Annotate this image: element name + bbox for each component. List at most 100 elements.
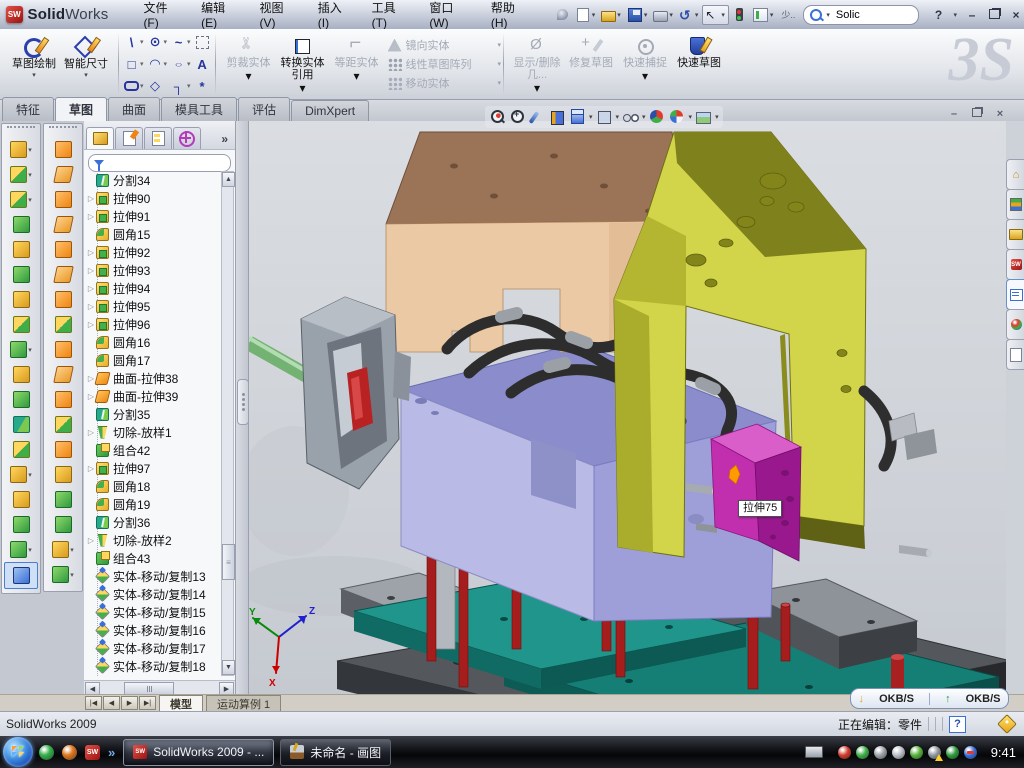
tool-shell[interactable] — [2, 387, 40, 412]
help-dropdown-icon[interactable]: ▾ — [954, 11, 958, 19]
zoom-to-fit-icon[interactable] — [489, 109, 506, 125]
tree-item[interactable]: ▷切除-放样2 — [84, 531, 222, 549]
dropdown-icon[interactable]: ▾ — [642, 69, 648, 83]
clock[interactable]: 9:41 — [985, 745, 1024, 760]
tool-spline-tool[interactable]: ▾ — [2, 537, 40, 562]
appearances-scenes-tab[interactable] — [1006, 309, 1024, 340]
slot-tool[interactable]: ▾ — [123, 75, 145, 97]
tree-item[interactable]: 圆角18 — [84, 477, 222, 495]
tool-filled-surface[interactable] — [44, 387, 82, 412]
tool-revolved-cut[interactable] — [2, 262, 40, 287]
display-style-icon[interactable] — [596, 109, 613, 125]
tool-freeform[interactable] — [44, 487, 82, 512]
security-alert-icon[interactable] — [838, 746, 851, 759]
network-speed-widget[interactable]: ↓ OKB/S ↑ OKB/S — [850, 688, 1009, 709]
dropdown-icon[interactable]: ▾ — [164, 60, 168, 68]
dropdown-icon[interactable]: ▾ — [695, 11, 699, 19]
ribbon-button[interactable]: 快速草图 — [672, 32, 726, 96]
antivirus-ball-icon[interactable] — [62, 745, 77, 760]
featuremanager-tab[interactable] — [86, 127, 114, 149]
doc-restore-button[interactable] — [970, 108, 984, 120]
wireless-network-warning-icon[interactable] — [928, 746, 941, 759]
dropdown-icon[interactable]: ▾ — [70, 571, 74, 579]
dropdown-icon[interactable]: ▾ — [644, 11, 648, 19]
dropdown-icon[interactable]: ▾ — [715, 113, 719, 121]
tab-nav-button[interactable]: ▶ — [121, 696, 138, 710]
undo-button[interactable]: ↺▾ — [677, 6, 702, 24]
arc-tool[interactable]: ◠▾ — [147, 53, 169, 75]
tree-item[interactable]: 实体-移动/复制16 — [84, 621, 222, 639]
tool-move-copy-body[interactable] — [2, 437, 40, 462]
expand-icon[interactable]: ▷ — [86, 194, 96, 203]
scrollbar-thumb[interactable]: ≡ — [222, 544, 235, 580]
tree-item[interactable]: ▷拉伸90 — [84, 189, 222, 207]
pen-input-icon[interactable] — [910, 746, 923, 759]
close-button[interactable]: × — [1008, 8, 1024, 22]
tool-delete-body[interactable]: ▾ — [2, 462, 40, 487]
expand-icon[interactable]: ▷ — [86, 248, 96, 257]
dropdown-icon[interactable]: ▾ — [70, 546, 74, 554]
tree-item[interactable]: 实体-移动/复制14 — [84, 585, 222, 603]
polygon-tool[interactable]: ◇ — [147, 75, 169, 97]
tree-item[interactable]: ▷拉伸95 — [84, 297, 222, 315]
dropdown-icon[interactable]: ▾ — [498, 60, 502, 68]
tree-item[interactable]: 分割35 — [84, 405, 222, 423]
dropdown-icon[interactable]: ▾ — [140, 60, 144, 68]
sketch-fillet-tool[interactable]: ┐▾ — [170, 75, 192, 97]
dropdown-icon[interactable]: ▾ — [616, 113, 620, 121]
tree-item[interactable]: ▷曲面-拉伸39 — [84, 387, 222, 405]
search-input[interactable] — [834, 8, 902, 22]
dropdown-icon[interactable]: ▾ — [770, 11, 774, 19]
dropdown-icon[interactable]: ▾ — [589, 113, 593, 121]
dropdown-icon[interactable]: ▾ — [28, 171, 32, 179]
tab-草图[interactable]: 草图 — [55, 97, 107, 122]
tree-item[interactable]: ▷拉伸92 — [84, 243, 222, 261]
dropdown-icon[interactable]: ▾ — [617, 11, 621, 19]
dropdown-icon[interactable]: ▾ — [669, 11, 673, 19]
propertymanager-tab[interactable] — [115, 127, 143, 149]
ellipse-tool[interactable]: ○▾ — [170, 53, 192, 75]
doc-tab-model[interactable]: 模型 — [159, 695, 203, 711]
tool-thicken[interactable] — [44, 462, 82, 487]
dropdown-icon[interactable]: ▾ — [28, 471, 32, 479]
dropdown-icon[interactable]: ▾ — [187, 82, 191, 90]
search-dropdown-icon[interactable]: ▾ — [826, 11, 830, 19]
volume-icon[interactable] — [892, 746, 905, 759]
sync-status-icon[interactable] — [964, 746, 977, 759]
tree-item[interactable]: ▷拉伸94 — [84, 279, 222, 297]
rectangle-tool[interactable]: □▾ — [123, 53, 145, 75]
tool-planar-surface[interactable] — [44, 287, 82, 312]
ribbon-button[interactable]: 智能尺寸▾ — [60, 32, 112, 96]
dimxpertmanager-tab[interactable] — [173, 127, 201, 149]
dropdown-icon[interactable]: ▾ — [187, 60, 191, 68]
ribbon-button[interactable]: 草图绘制▾ — [8, 32, 60, 96]
dropdown-icon[interactable]: ▾ — [300, 81, 306, 95]
tab-曲面[interactable]: 曲面 — [108, 97, 160, 121]
search-box[interactable]: ▾ — [803, 5, 918, 25]
solidworks-quicklaunch-icon[interactable]: SW — [85, 745, 100, 760]
toolbar-grip[interactable] — [7, 126, 35, 134]
antivirus-shield-icon[interactable] — [856, 746, 869, 759]
dropdown-icon[interactable]: ▾ — [498, 41, 502, 49]
file-explorer-tab[interactable] — [1006, 219, 1024, 250]
tool-linear-pattern[interactable]: ▾ — [2, 337, 40, 362]
tab-DimXpert[interactable]: DimXpert — [291, 100, 369, 121]
print-button[interactable]: ▾ — [651, 6, 676, 24]
tree-item[interactable]: ▷拉伸96 — [84, 315, 222, 333]
graphics-viewport[interactable]: Y Z X 拉伸75 — [249, 121, 1006, 694]
tree-item[interactable]: 圆角19 — [84, 495, 222, 513]
dropdown-icon[interactable]: ▾ — [28, 146, 32, 154]
system-update-icon[interactable] — [874, 746, 887, 759]
tool-offset-surface[interactable] — [44, 312, 82, 337]
tool-rib[interactable] — [2, 362, 40, 387]
point-tool[interactable]: * — [194, 75, 211, 97]
tree-item[interactable]: ▷切除-放样1 — [84, 423, 222, 441]
tab-特征[interactable]: 特征 — [2, 97, 54, 121]
dropdown-icon[interactable]: ▾ — [140, 82, 144, 90]
tree-item[interactable]: ▷曲面-拉伸38 — [84, 369, 222, 387]
tool-swept-surface[interactable] — [44, 137, 82, 162]
tool-surface-spline[interactable]: ▾ — [44, 562, 82, 587]
quick-tips-button[interactable]: ? — [949, 716, 966, 733]
doc-close-button[interactable]: × — [993, 108, 1007, 120]
dropdown-icon[interactable]: ▾ — [354, 69, 360, 83]
